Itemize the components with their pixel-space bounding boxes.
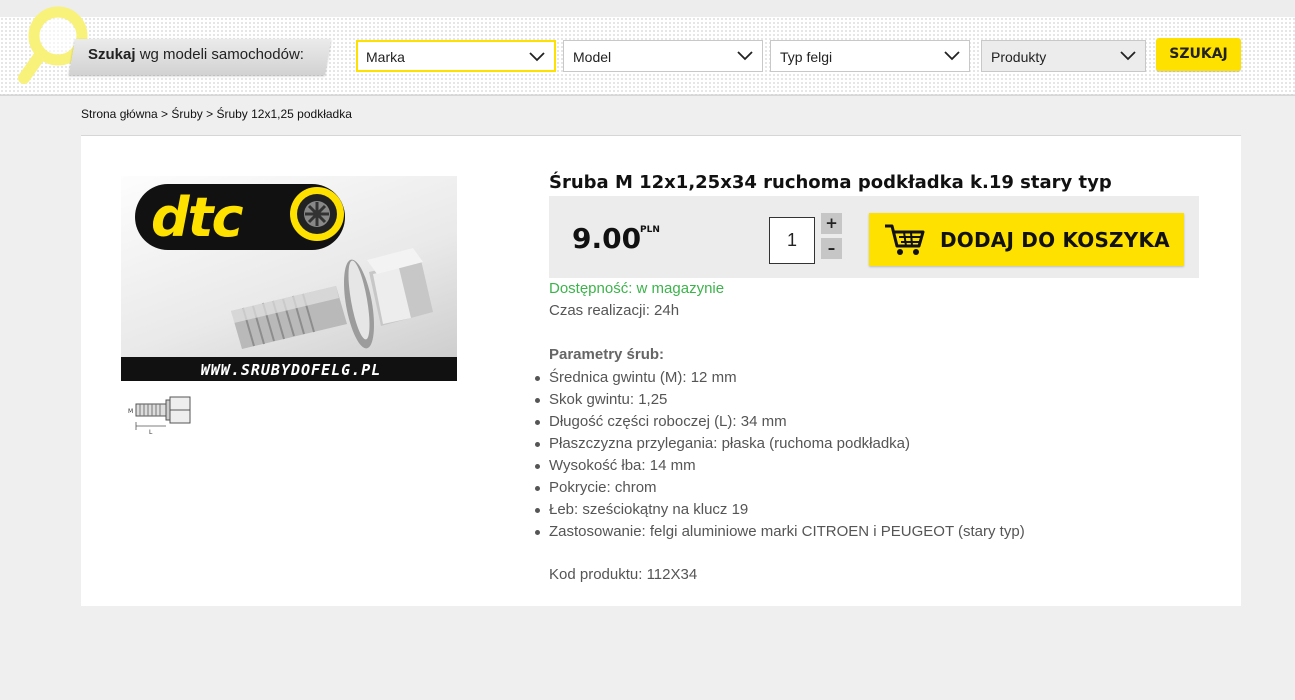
product-main-image[interactable]: dtc WWW.SRUBYDOFELG.PL	[121, 176, 457, 381]
breadcrumb-sruby[interactable]: Śruby	[171, 107, 202, 121]
param-item: Wysokość łba: 14 mm	[535, 455, 1025, 477]
product-title: Śruba M 12x1,25x34 ruchoma podkładka k.1…	[549, 172, 1112, 193]
param-item: Pokrycie: chrom	[535, 477, 1025, 499]
thumb-label-l: L	[149, 429, 153, 436]
select-model[interactable]: Model	[563, 40, 763, 72]
select-produkty-label: Produkty	[991, 49, 1047, 65]
buy-box: 9.00 PLN 1 + – DODAJ DO KOSZYKA	[549, 196, 1199, 278]
quantity-plus-button[interactable]: +	[821, 213, 842, 234]
search-label: Szukaj wg modeli samochodów:	[88, 46, 304, 63]
chevron-down-icon	[737, 51, 753, 61]
price-currency: PLN	[640, 225, 660, 235]
header-top-strip	[0, 0, 1295, 17]
param-item: Średnica gwintu (M): 12 mm	[535, 367, 1025, 389]
breadcrumb-separator: >	[157, 107, 172, 121]
breadcrumb: Strona główna > Śruby > Śruby 12x1,25 po…	[81, 107, 352, 121]
chevron-down-icon	[529, 52, 545, 62]
select-produkty[interactable]: Produkty	[981, 40, 1146, 72]
product-thumbnail-drawing[interactable]: M L	[126, 394, 196, 436]
select-typ-felgi[interactable]: Typ felgi	[770, 40, 970, 72]
product-code: Kod produktu: 112X34	[549, 566, 698, 583]
add-to-cart-label: DODAJ DO KOSZYKA	[940, 228, 1170, 252]
search-label-bold: Szukaj	[88, 46, 136, 63]
bolt-image	[231, 248, 433, 349]
availability-status: Dostępność: w magazynie	[549, 280, 725, 297]
param-item: Zastosowanie: felgi aluminiowe marki CIT…	[535, 521, 1025, 543]
thumb-label-m: M	[128, 408, 133, 415]
param-item: Łeb: sześciokątny na klucz 19	[535, 499, 1025, 521]
chevron-down-icon	[1120, 51, 1136, 61]
param-item: Skok gwintu: 1,25	[535, 389, 1025, 411]
product-price: 9.00	[572, 222, 642, 255]
dtc-logo: dtc	[135, 184, 345, 250]
product-panel: dtc WWW.SRUBYDOFELG.PL M L Śruba M 12x1,…	[81, 136, 1241, 606]
quantity-minus-button[interactable]: –	[821, 238, 842, 259]
params-title: Parametry śrub:	[549, 346, 665, 363]
shopping-cart-icon	[885, 224, 925, 255]
breadcrumb-current: Śruby 12x1,25 podkładka	[216, 107, 352, 121]
image-url-text: WWW.SRUBYDOFELG.PL	[200, 361, 382, 379]
search-label-rest: wg modeli samochodów:	[135, 46, 304, 63]
params-list: Średnica gwintu (M): 12 mm Skok gwintu: …	[535, 367, 1025, 543]
param-item: Płaszczyzna przylegania: płaska (ruchoma…	[535, 433, 1025, 455]
logo-text: dtc	[151, 186, 243, 249]
select-typ-felgi-label: Typ felgi	[780, 49, 833, 65]
add-to-cart-button[interactable]: DODAJ DO KOSZYKA	[869, 213, 1184, 266]
param-item: Długość części roboczej (L): 34 mm	[535, 411, 1025, 433]
select-model-label: Model	[573, 49, 612, 65]
search-button[interactable]: SZUKAJ	[1156, 38, 1241, 71]
breadcrumb-home[interactable]: Strona główna	[81, 107, 158, 121]
quantity-input[interactable]: 1	[769, 217, 815, 264]
site-header: Szukaj wg modeli samochodów: Marka Model…	[0, 0, 1295, 96]
chevron-down-icon	[944, 51, 960, 61]
realization-time: Czas realizacji: 24h	[549, 302, 680, 319]
select-marka-label: Marka	[366, 49, 405, 65]
breadcrumb-separator: >	[202, 107, 217, 121]
product-photo-art: dtc	[135, 184, 433, 349]
select-marka[interactable]: Marka	[356, 40, 556, 72]
